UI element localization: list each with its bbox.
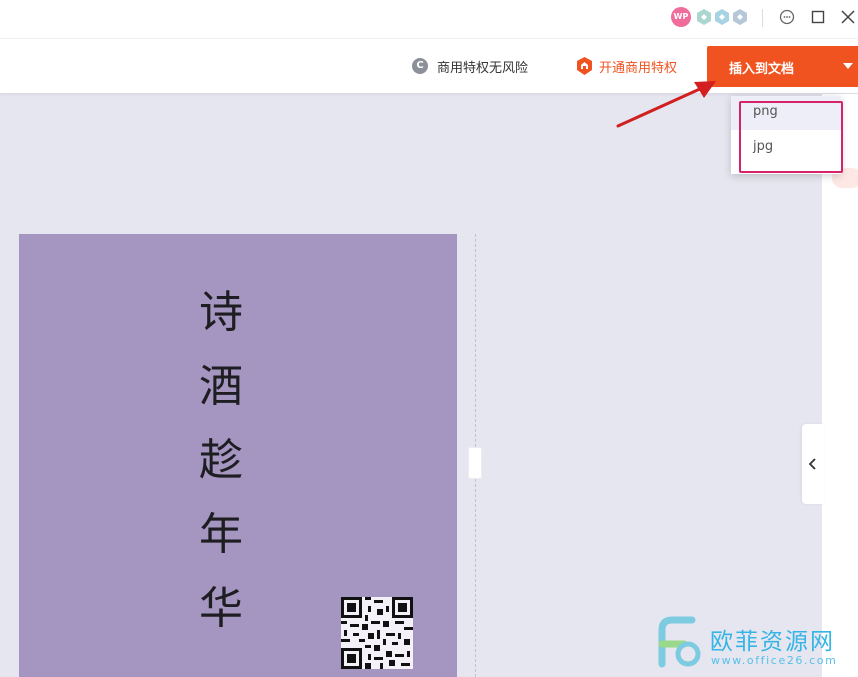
chevron-left-icon — [808, 458, 816, 470]
poem-text: 诗 酒 趁 年 华 — [191, 276, 251, 646]
toolbar: C 商用特权无风险 开通商用特权 插入到文档 — [0, 38, 858, 93]
badge-icon-1[interactable] — [697, 9, 711, 25]
open-commercial-link[interactable]: 开通商用特权 — [576, 56, 677, 76]
titlebar-separator — [762, 9, 763, 27]
poem-char: 华 — [199, 583, 243, 634]
poem-char: 诗 — [199, 287, 243, 338]
maximize-icon[interactable] — [807, 6, 829, 28]
user-avatar[interactable]: WP — [671, 7, 691, 27]
insert-to-document-button[interactable]: 插入到文档 — [707, 46, 858, 87]
resize-handle[interactable] — [468, 447, 482, 479]
open-commercial-label: 开通商用特权 — [599, 60, 678, 76]
badge-icon-2[interactable] — [715, 9, 729, 25]
insert-button-label: 插入到文档 — [729, 62, 795, 77]
risk-free-label: 商用特权无风险 — [437, 60, 529, 76]
watermark-logo-icon — [658, 616, 701, 668]
collapse-panel-tab[interactable] — [802, 424, 824, 504]
poster-preview: 诗 酒 趁 年 华 — [19, 234, 457, 677]
poem-char: 年 — [199, 509, 243, 560]
crown-shield-icon — [577, 57, 592, 75]
poem-char: 趁 — [199, 435, 243, 486]
dropdown-caret-icon[interactable] — [843, 63, 853, 69]
watermark-title: 欧菲资源网 — [710, 629, 835, 655]
copyright-c-icon: C — [412, 58, 428, 74]
title-bar: WP — [0, 0, 858, 38]
qr-code-icon — [341, 597, 413, 669]
message-icon[interactable] — [776, 6, 798, 28]
site-watermark: 欧菲资源网 www.office26.com — [654, 616, 854, 674]
watermark-url: www.office26.com — [711, 654, 838, 667]
close-icon[interactable] — [837, 6, 858, 28]
commercial-risk-info[interactable]: C 商用特权无风险 — [412, 56, 528, 76]
poem-char: 酒 — [199, 361, 243, 412]
annotation-highlight-box — [739, 101, 843, 173]
annotation-arrow-icon — [616, 81, 716, 128]
badge-icon-3[interactable] — [733, 9, 747, 25]
